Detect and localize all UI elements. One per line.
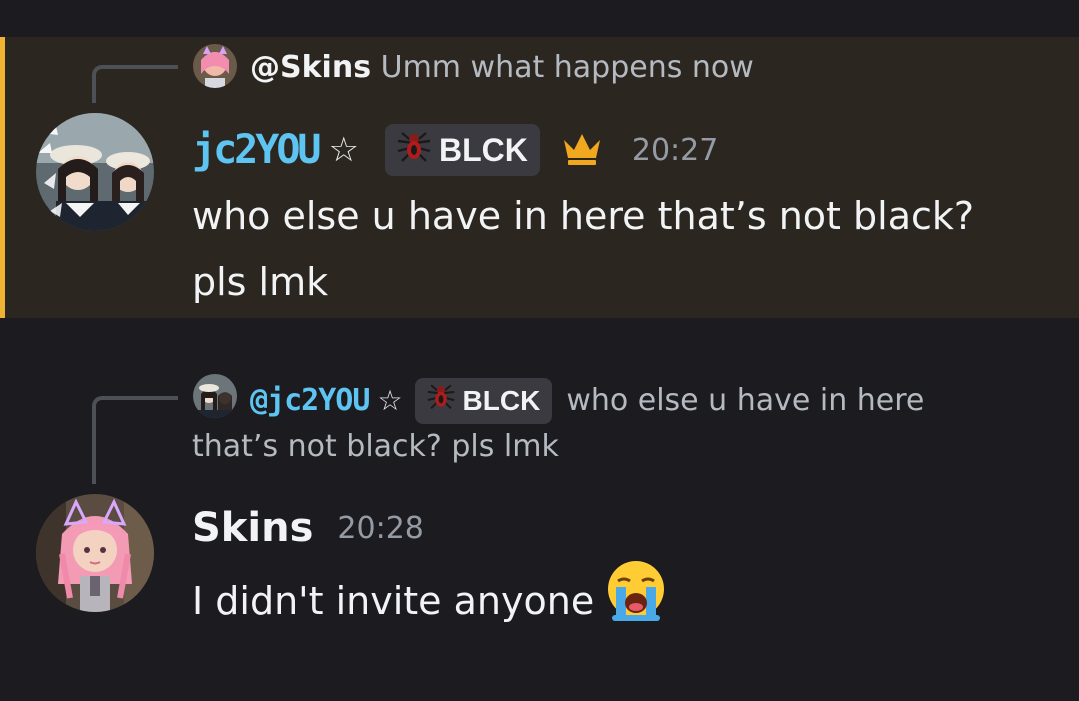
reply-connector [92, 65, 178, 103]
star-icon: ☆ [328, 130, 359, 170]
reply-server-tag-label: BLCK [462, 385, 541, 416]
reply-preview[interactable]: @Skins Umm what happens now [250, 48, 754, 88]
server-tag-label: BLCK [438, 131, 528, 168]
reply-mention[interactable]: @jc2YOU [250, 381, 370, 421]
reply-mention[interactable]: @Skins [250, 50, 371, 85]
message-line-1: who else u have in here that’s not black… [192, 194, 975, 238]
message-text: I didn't invite anyone [192, 579, 595, 623]
reply-connector [92, 396, 178, 484]
reply-server-tag[interactable]: BLCK [414, 378, 553, 424]
spider-icon [425, 381, 457, 421]
loudly-crying-face-icon [604, 559, 668, 643]
author-name[interactable]: jc2YOU [192, 127, 321, 173]
crown-icon [560, 130, 604, 170]
message-line-2: pls lmk [192, 260, 329, 304]
server-tag[interactable]: BLCK [384, 124, 540, 176]
reply-preview[interactable]: @jc2YOU ☆ BLCK who else u have in here [250, 378, 924, 424]
avatar-skins[interactable] [36, 494, 154, 612]
chat-view: @Skins Umm what happens now jc2YOU ☆ BLC… [0, 0, 1079, 701]
message-content: I didn't invite anyone [192, 559, 668, 643]
reply-text-continued: that’s not black? pls lmk [192, 429, 559, 464]
message-header: Skins 20:28 [192, 502, 424, 554]
avatar-jc2you[interactable] [36, 113, 154, 231]
spider-icon [395, 129, 433, 171]
reply-avatar-jc2you[interactable] [193, 374, 237, 418]
message-header: jc2YOU ☆ BLCK 20:27 [192, 122, 718, 178]
reply-text: Umm what happens now [380, 50, 754, 85]
star-icon: ☆ [377, 384, 403, 417]
message-content: who else u have in here that’s not black… [192, 183, 974, 315]
message-timestamp[interactable]: 20:28 [337, 511, 423, 546]
author-name[interactable]: Skins [192, 505, 313, 551]
reply-text: who else u have in here [566, 383, 925, 418]
reply-avatar-skins[interactable] [193, 44, 237, 88]
message-timestamp[interactable]: 20:27 [632, 133, 718, 168]
